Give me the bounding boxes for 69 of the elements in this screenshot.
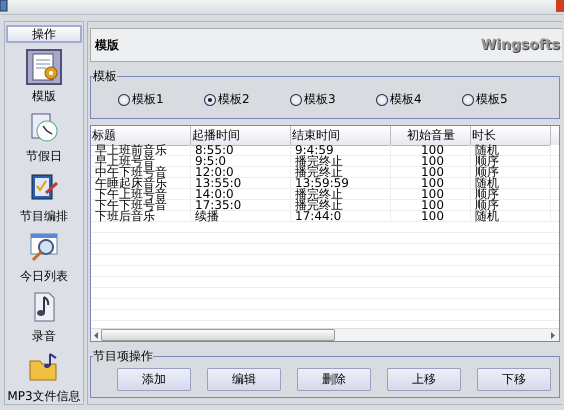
table-cell: 12:0:0	[191, 167, 291, 178]
table-cell: 100	[391, 145, 471, 156]
radio-button[interactable]	[118, 94, 130, 106]
radio-button[interactable]	[462, 94, 474, 106]
radio-label[interactable]: 模板5	[476, 91, 508, 108]
radio-label[interactable]: 模板2	[218, 91, 250, 108]
action-button[interactable]: 上移	[387, 368, 461, 391]
table-cell: 下午下班号音	[91, 200, 191, 211]
table-cell: 17:35:0	[191, 200, 291, 211]
app-icon	[0, 0, 8, 12]
sidebar-item[interactable]: 节目编排	[6, 169, 82, 225]
table-cell: 13:55:0	[191, 178, 291, 189]
scroll-left-icon[interactable]	[94, 332, 99, 338]
table-cell: 早上班号音	[91, 156, 191, 167]
table-cell: 100	[391, 211, 471, 222]
magnifier-document-icon	[28, 231, 60, 263]
table-cell: 早上班前音乐	[91, 145, 191, 156]
panel-title: 模版	[95, 36, 119, 54]
radio-button[interactable]	[290, 94, 302, 106]
action-button[interactable]: 删除	[297, 368, 371, 391]
table-cell: 续播	[191, 211, 291, 222]
group-label: 模板	[93, 68, 117, 85]
sidebar-item[interactable]: 今日列表	[6, 229, 82, 285]
sidebar-item[interactable]: MP3文件信息	[6, 349, 82, 405]
table-cell: 顺序	[471, 156, 551, 167]
table-cell: 随机	[471, 211, 551, 222]
table-cell: 随机	[471, 145, 551, 156]
table-cell: 9:4:59	[291, 145, 391, 156]
radio-label[interactable]: 模板4	[390, 91, 422, 108]
sidebar-item[interactable]: 模版	[6, 49, 82, 105]
table-cell: 8:55:0	[191, 145, 291, 156]
sidebar-item[interactable]: 节假日	[6, 109, 82, 165]
table-cell: 100	[391, 156, 471, 167]
scrollbar-thumb[interactable]	[101, 329, 335, 341]
table-cell: 播完终止	[291, 167, 391, 178]
sidebar-header: 操作	[6, 25, 82, 43]
action-button[interactable]: 编辑	[207, 368, 281, 391]
table-cell: 顺序	[471, 167, 551, 178]
logo: Wingsofts	[480, 37, 560, 53]
table-cell: 午睡起床音乐	[91, 178, 191, 189]
table-cell: 100	[391, 167, 471, 178]
table-cell: 顺序	[471, 200, 551, 211]
radio-label[interactable]: 模板1	[132, 91, 164, 108]
table-cell: 随机	[471, 178, 551, 189]
table-cell: 顺序	[471, 189, 551, 200]
radio-label[interactable]: 模板3	[304, 91, 336, 108]
column-header[interactable]: 结束时间	[291, 126, 391, 146]
group-label: 节目项操作	[93, 348, 153, 365]
table-cell: 下班后音乐	[91, 211, 191, 222]
table-cell: 13:59:59	[291, 178, 391, 189]
column-header[interactable]: 起播时间	[191, 126, 291, 146]
action-button[interactable]: 下移	[477, 368, 551, 391]
table-cell: 下午上班号音	[91, 189, 191, 200]
column-header[interactable]: 初始音量	[391, 126, 471, 146]
table-cell: 14:0:0	[191, 189, 291, 200]
table-cell: 9:5:0	[191, 156, 291, 167]
radio-button[interactable]	[204, 94, 216, 106]
action-button[interactable]: 添加	[117, 368, 191, 391]
sidebar-item[interactable]: 录音	[6, 289, 82, 345]
table-cell: 100	[391, 178, 471, 189]
table-cell: 100	[391, 189, 471, 200]
table-cell: 播完终止	[291, 200, 391, 211]
table-cell: 17:44:0	[291, 211, 391, 222]
table-cell: 播完终止	[291, 156, 391, 167]
table-cell: 播完终止	[291, 189, 391, 200]
scroll-right-icon[interactable]	[551, 332, 556, 338]
table-cell: 100	[391, 200, 471, 211]
table-cell: 中午下班号音	[91, 167, 191, 178]
radio-button[interactable]	[376, 94, 388, 106]
